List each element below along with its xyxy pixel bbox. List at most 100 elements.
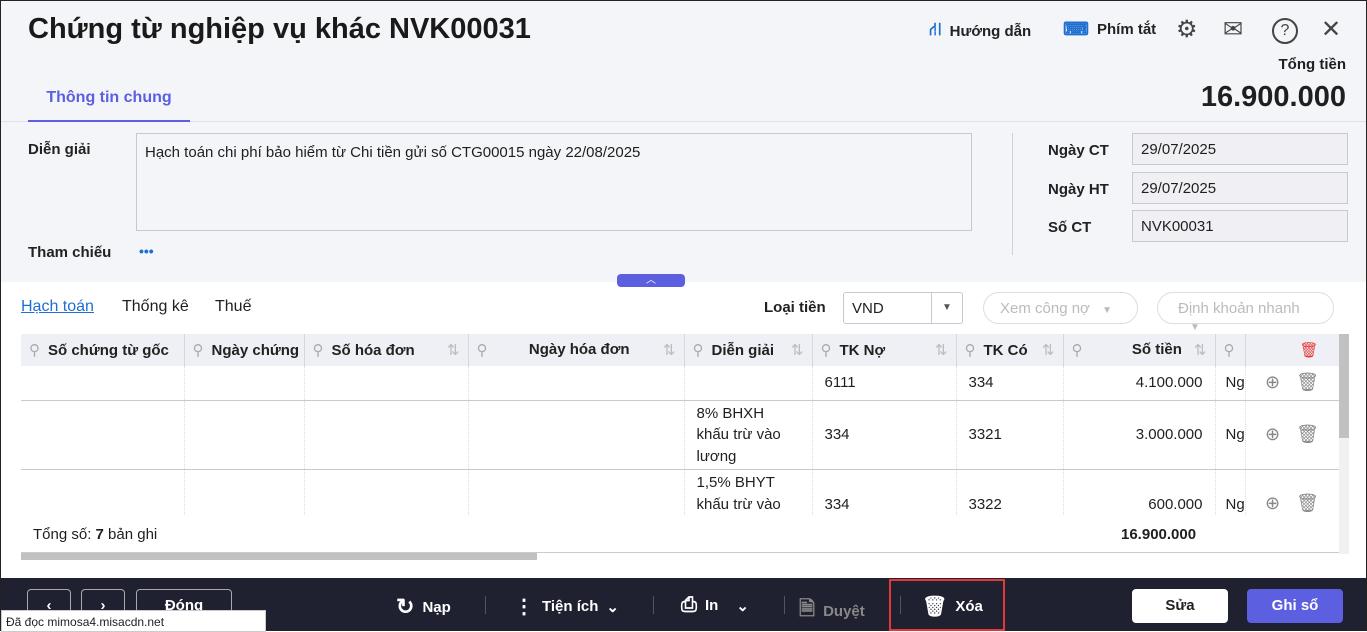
- sort-icon[interactable]: ⇅: [1042, 341, 1055, 359]
- reload-button[interactable]: ↻ Nạp: [396, 594, 451, 620]
- utilities-label: Tiện ích: [542, 598, 599, 615]
- cell-amount[interactable]: 3.000.000: [1063, 400, 1216, 470]
- pin-icon[interactable]: ⚲: [193, 342, 204, 359]
- vertical-scroll-thumb[interactable]: [1339, 334, 1349, 438]
- cell-tk-co[interactable]: 3322: [956, 469, 1064, 516]
- delete-all-header[interactable]: 🗑: [1245, 334, 1339, 366]
- pin-icon[interactable]: ⚲: [821, 342, 832, 359]
- col-header[interactable]: ⚲ Diễn giải ⇅: [684, 334, 813, 366]
- trash-icon: 🗑: [922, 596, 948, 618]
- table-row[interactable]: 1,5% BHYT khấu trừ vào lương3343322600.0…: [21, 469, 1339, 516]
- total-label: Tổng tiền: [1278, 56, 1347, 73]
- col-label: Số chứng từ gốc: [48, 342, 169, 359]
- view-debt-label: Xem công nợ: [1000, 300, 1090, 317]
- col-header[interactable]: ⚲ Số tiền ⇅: [1063, 334, 1216, 366]
- reload-icon: ↻: [396, 594, 415, 619]
- quick-entry-label: Định khoản nhanh: [1178, 300, 1300, 317]
- cell-extra[interactable]: Ng: [1215, 400, 1246, 470]
- grid-header: ⚲ Số chứng từ gốc ⚲ Ngày chứng ⚲ Số hóa đơn…: [21, 334, 1339, 366]
- cell-tk-no[interactable]: 334: [812, 469, 957, 516]
- post-button[interactable]: Ghi sổ: [1247, 589, 1343, 623]
- guide-button[interactable]: ⛙ Hướng dẫn: [929, 19, 1031, 43]
- cell-tk-co[interactable]: 334: [956, 366, 1064, 401]
- ngay-ct-input[interactable]: 29/07/2025: [1132, 133, 1348, 165]
- pin-icon[interactable]: ⚲: [477, 341, 488, 359]
- col-label: Số hóa đơn: [331, 342, 415, 359]
- add-row-icon[interactable]: ⊕: [1265, 493, 1280, 513]
- grid-total-amount: 16.900.000: [1121, 526, 1197, 543]
- mail-icon[interactable]: ✉: [1223, 15, 1243, 44]
- horizontal-scrollbar[interactable]: [21, 553, 537, 560]
- print-button[interactable]: ⎙ In ⌄: [681, 594, 749, 617]
- table-row[interactable]: 6111 334 4.100.000 Ng ⊕ 🗑: [21, 366, 1339, 401]
- col-label: Diễn giải: [711, 342, 775, 359]
- trash-icon[interactable]: 🗑: [1296, 372, 1319, 392]
- utilities-button[interactable]: ⋮ Tiện ích ⌄: [514, 594, 619, 619]
- chevron-down-icon: ⌄: [736, 597, 749, 615]
- guide-label: Hướng dẫn: [949, 22, 1032, 40]
- ngay-ht-input[interactable]: 29/07/2025: [1132, 172, 1348, 204]
- sort-icon[interactable]: ⇅: [447, 341, 460, 359]
- pin-icon[interactable]: ⚲: [1072, 341, 1083, 359]
- edit-button[interactable]: Sửa: [1132, 589, 1228, 623]
- help-icon[interactable]: ?: [1272, 18, 1298, 44]
- cell-desc[interactable]: [684, 366, 813, 401]
- col-header[interactable]: ⚲: [1215, 334, 1246, 366]
- cell-amount[interactable]: 600.000: [1063, 469, 1216, 516]
- subtab-thue[interactable]: Thuế: [215, 298, 251, 316]
- add-row-icon[interactable]: ⊕: [1265, 424, 1280, 444]
- reload-label: Nạp: [422, 598, 451, 616]
- col-header[interactable]: ⚲ Ngày hóa đơn ⇅: [468, 334, 685, 366]
- add-row-icon[interactable]: ⊕: [1265, 372, 1280, 392]
- sort-icon[interactable]: ⇅: [791, 341, 804, 359]
- col-header[interactable]: ⚲ Số chứng từ gốc: [21, 334, 185, 366]
- shortcuts-button[interactable]: ⌨ Phím tắt: [1063, 19, 1156, 40]
- collapse-button[interactable]: ︿: [617, 274, 685, 287]
- pin-icon[interactable]: ⚲: [693, 342, 704, 359]
- approve-button[interactable]: 🗎 Duyệt: [799, 594, 865, 628]
- cell-extra[interactable]: Ng: [1215, 366, 1246, 401]
- sort-icon[interactable]: ⇅: [1194, 341, 1207, 359]
- cell-amount[interactable]: 4.100.000: [1063, 366, 1216, 401]
- cell-tk-no[interactable]: 6111: [812, 366, 957, 401]
- col-header[interactable]: ⚲ TK Có ⇅: [956, 334, 1064, 366]
- col-header[interactable]: ⚲ Số hóa đơn ⇅: [304, 334, 469, 366]
- guide-icon: ⛙: [929, 19, 942, 39]
- trash-icon[interactable]: 🗑: [1296, 493, 1319, 513]
- ngay-ct-label: Ngày CT: [1048, 142, 1109, 159]
- currency-value: VND: [852, 300, 884, 317]
- approve-label: Duyệt: [823, 602, 865, 620]
- table-row[interactable]: 8% BHXH khấu trừ vào lương 334 3321 3.000.0…: [21, 400, 1339, 470]
- delete-button[interactable]: 🗑 Xóa: [922, 594, 983, 619]
- cell-extra[interactable]: Ng: [1215, 469, 1246, 516]
- so-ct-input[interactable]: NVK00031: [1132, 210, 1348, 242]
- sort-icon[interactable]: ⇅: [663, 341, 676, 359]
- divider: [485, 596, 486, 614]
- chevron-down-icon: ▼: [1102, 305, 1112, 316]
- tab-general-info[interactable]: Thông tin chung: [28, 87, 190, 122]
- ref-more-button[interactable]: •••: [139, 243, 154, 259]
- col-header[interactable]: ⚲ TK Nợ ⇅: [812, 334, 957, 366]
- quick-entry-button[interactable]: Định khoản nhanh ▼: [1157, 292, 1334, 333]
- trash-icon[interactable]: 🗑: [1296, 424, 1319, 444]
- cell-desc[interactable]: 1,5% BHYT khấu trừ vào lương: [684, 469, 813, 516]
- pin-icon[interactable]: ⚲: [965, 342, 976, 359]
- cell-tk-no[interactable]: 334: [812, 400, 957, 470]
- subtab-hach-toan[interactable]: Hạch toán: [21, 298, 94, 316]
- status-bar: Đã đọc mimosa4.misacdn.net: [1, 610, 266, 632]
- pin-icon[interactable]: ⚲: [29, 342, 40, 359]
- desc-textarea[interactable]: Hạch toán chi phí bảo hiểm từ Chi tiền g…: [136, 133, 972, 231]
- pin-icon[interactable]: ⚲: [313, 342, 324, 359]
- ngay-ht-label: Ngày HT: [1048, 181, 1109, 198]
- currency-select[interactable]: VND ▼: [843, 292, 963, 324]
- sort-icon[interactable]: ⇅: [935, 341, 948, 359]
- pin-icon[interactable]: ⚲: [1224, 342, 1235, 359]
- close-icon[interactable]: ✕: [1321, 15, 1341, 44]
- view-debt-button[interactable]: Xem công nợ ▼: [983, 292, 1138, 324]
- gear-icon[interactable]: ⚙: [1176, 15, 1198, 44]
- col-header[interactable]: ⚲ Ngày chứng: [184, 334, 305, 366]
- cell-tk-co[interactable]: 3321: [956, 400, 1064, 470]
- cell-desc[interactable]: 8% BHXH khấu trừ vào lương: [684, 400, 813, 470]
- subtab-thong-ke[interactable]: Thống kê: [122, 298, 189, 316]
- delete-all-icon[interactable]: 🗑: [1299, 342, 1318, 359]
